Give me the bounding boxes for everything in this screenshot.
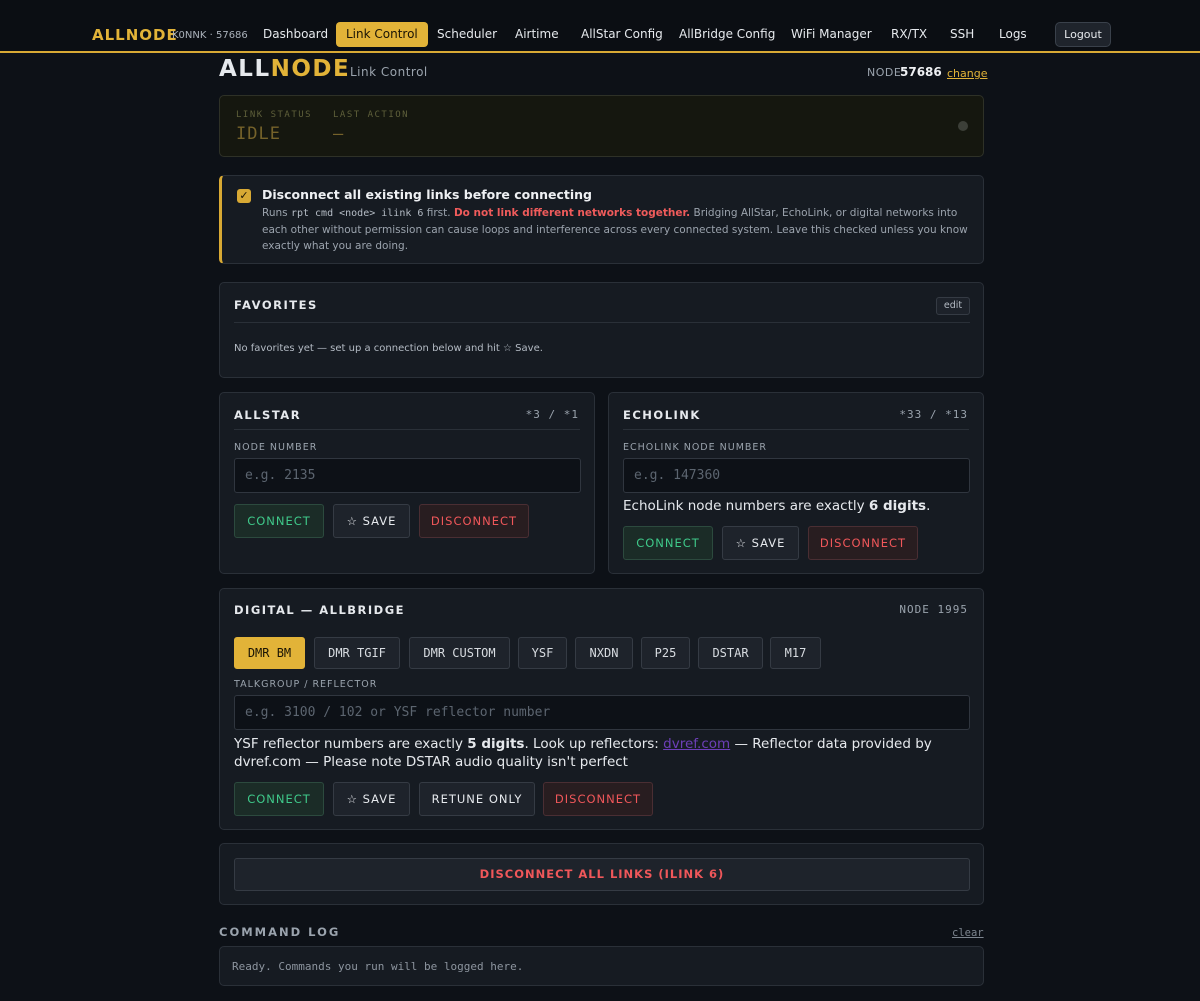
echolink-help-text: EchoLink node numbers are exactly 6 digi… (623, 498, 930, 514)
digital-node-number: NODE 1995 (899, 603, 968, 616)
nav-scheduler[interactable]: Scheduler (427, 22, 507, 47)
warning-prefix: Runs (262, 207, 291, 219)
link-status-value: IDLE (236, 124, 281, 144)
mode-ysf[interactable]: YSF (518, 637, 567, 669)
talkgroup-input[interactable]: e.g. 3100 / 102 or YSF reflector number (234, 695, 970, 730)
allstar-disconnect-button[interactable]: DISCONNECT (419, 504, 529, 538)
page-title: Link Control (350, 65, 428, 79)
clear-log-link[interactable]: clear (952, 927, 984, 939)
echolink-node-input[interactable]: e.g. 147360 (623, 458, 970, 493)
echolink-help-prefix: EchoLink node numbers are exactly (623, 498, 869, 514)
echolink-node-label: ECHOLINK NODE NUMBER (623, 442, 768, 453)
mode-dmr-tgif[interactable]: DMR TGIF (314, 637, 400, 669)
nav-allbridge-config[interactable]: AllBridge Config (669, 22, 785, 47)
digital-help-digits: 5 digits (467, 736, 525, 752)
ilink-command: rpt cmd <node> ilink 6 (290, 208, 424, 219)
disconnect-first-description: Runs rpt cmd <node> ilink 6 first. Do no… (262, 205, 974, 254)
section-divider (234, 429, 580, 430)
command-log-text: Ready. Commands you run will be logged h… (232, 960, 524, 973)
dvref-link[interactable]: dvref.com (663, 736, 730, 752)
mode-nxdn[interactable]: NXDN (575, 637, 633, 669)
warning-danger-text: Do not link different networks together. (453, 207, 691, 219)
favorites-title: FAVORITES (234, 298, 318, 312)
nav-airtime[interactable]: Airtime (505, 22, 569, 47)
echolink-connect-button[interactable]: CONNECT (623, 526, 713, 560)
node-label: NODE (867, 66, 902, 79)
mode-m17[interactable]: M17 (770, 637, 821, 669)
talkgroup-label: TALKGROUP / REFLECTOR (234, 679, 378, 690)
logo-node-text: NODE (270, 56, 351, 82)
callsign-node: K0NNK · 57686 (172, 30, 248, 41)
disconnect-first-notice: ✓ Disconnect all existing links before c… (219, 175, 984, 264)
favorites-edit-button[interactable]: edit (936, 297, 970, 315)
mode-dmr-bm[interactable]: DMR BM (234, 637, 305, 669)
echolink-help-suffix: . (926, 498, 931, 514)
nav-link-control[interactable]: Link Control (336, 22, 428, 47)
digital-connect-button[interactable]: CONNECT (234, 782, 324, 816)
command-log-box: Ready. Commands you run will be logged h… (219, 946, 984, 986)
allstar-node-label: NODE NUMBER (234, 442, 318, 453)
echolink-disconnect-button[interactable]: DISCONNECT (808, 526, 918, 560)
disconnect-all-button[interactable]: DISCONNECT ALL LINKS (ILINK 6) (234, 858, 970, 891)
echolink-panel: ECHOLINK *33 / *13 ECHOLINK NODE NUMBER … (608, 392, 984, 574)
last-action-label: LAST ACTION (333, 110, 410, 120)
mode-p25[interactable]: P25 (641, 637, 690, 669)
nav-wifi-manager[interactable]: WiFi Manager (781, 22, 882, 47)
allstar-title: ALLSTAR (234, 408, 302, 422)
echolink-save-button[interactable]: ☆ SAVE (722, 526, 799, 560)
mode-dstar[interactable]: DSTAR (698, 637, 763, 669)
logout-button[interactable]: Logout (1055, 22, 1111, 47)
echolink-help-digits: 6 digits (868, 498, 927, 514)
favorites-empty-message: No favorites yet — set up a connection b… (234, 343, 543, 354)
nav-ssh[interactable]: SSH (940, 22, 984, 47)
logo-all-text: ALL (219, 56, 271, 82)
change-node-link[interactable]: change (947, 67, 987, 80)
digital-help-prefix: YSF reflector numbers are exactly (234, 736, 468, 752)
brand-logo[interactable]: ALLNODE (92, 26, 178, 44)
link-status-label: LINK STATUS (236, 110, 313, 120)
page-logo: ALLNODE (219, 56, 350, 82)
disconnect-first-title[interactable]: Disconnect all existing links before con… (262, 187, 592, 202)
echolink-title: ECHOLINK (623, 408, 701, 422)
last-action-value: — (333, 124, 345, 144)
disconnect-all-panel: DISCONNECT ALL LINKS (ILINK 6) (219, 843, 984, 905)
top-nav: ALLNODE K0NNK · 57686 Dashboard Link Con… (0, 0, 1200, 53)
allstar-dtmf-codes: *3 / *1 (525, 408, 579, 421)
disconnect-first-checkbox[interactable]: ✓ (237, 189, 251, 203)
digital-save-button[interactable]: ☆ SAVE (333, 782, 410, 816)
node-number: 57686 (900, 65, 942, 79)
section-divider (623, 429, 969, 430)
allstar-save-button[interactable]: ☆ SAVE (333, 504, 410, 538)
warning-mid: first. (423, 207, 454, 219)
nav-dashboard[interactable]: Dashboard (253, 22, 338, 47)
nav-rx-tx[interactable]: RX/TX (881, 22, 937, 47)
echolink-dtmf-codes: *33 / *13 (899, 408, 968, 421)
retune-only-button[interactable]: RETUNE ONLY (419, 782, 535, 816)
status-indicator-dot (958, 121, 968, 131)
digital-help-mid: . Look up reflectors: (524, 736, 664, 752)
favorites-panel: FAVORITES edit No favorites yet — set up… (219, 282, 984, 378)
allstar-panel: ALLSTAR *3 / *1 NODE NUMBER e.g. 2135 CO… (219, 392, 595, 574)
mode-dmr-custom[interactable]: DMR CUSTOM (409, 637, 510, 669)
digital-allbridge-panel: DIGITAL — ALLBRIDGE NODE 1995 DMR BM DMR… (219, 588, 984, 830)
command-log-title: COMMAND LOG (219, 925, 341, 939)
nav-logs[interactable]: Logs (989, 22, 1037, 47)
nav-allstar-config[interactable]: AllStar Config (571, 22, 673, 47)
digital-help-text: YSF reflector numbers are exactly 5 digi… (234, 735, 974, 771)
digital-title: DIGITAL — ALLBRIDGE (234, 603, 406, 617)
link-status-panel: LINK STATUS IDLE LAST ACTION — (219, 95, 984, 157)
allstar-connect-button[interactable]: CONNECT (234, 504, 324, 538)
allstar-node-input[interactable]: e.g. 2135 (234, 458, 581, 493)
section-divider (234, 322, 970, 323)
digital-disconnect-button[interactable]: DISCONNECT (543, 782, 653, 816)
